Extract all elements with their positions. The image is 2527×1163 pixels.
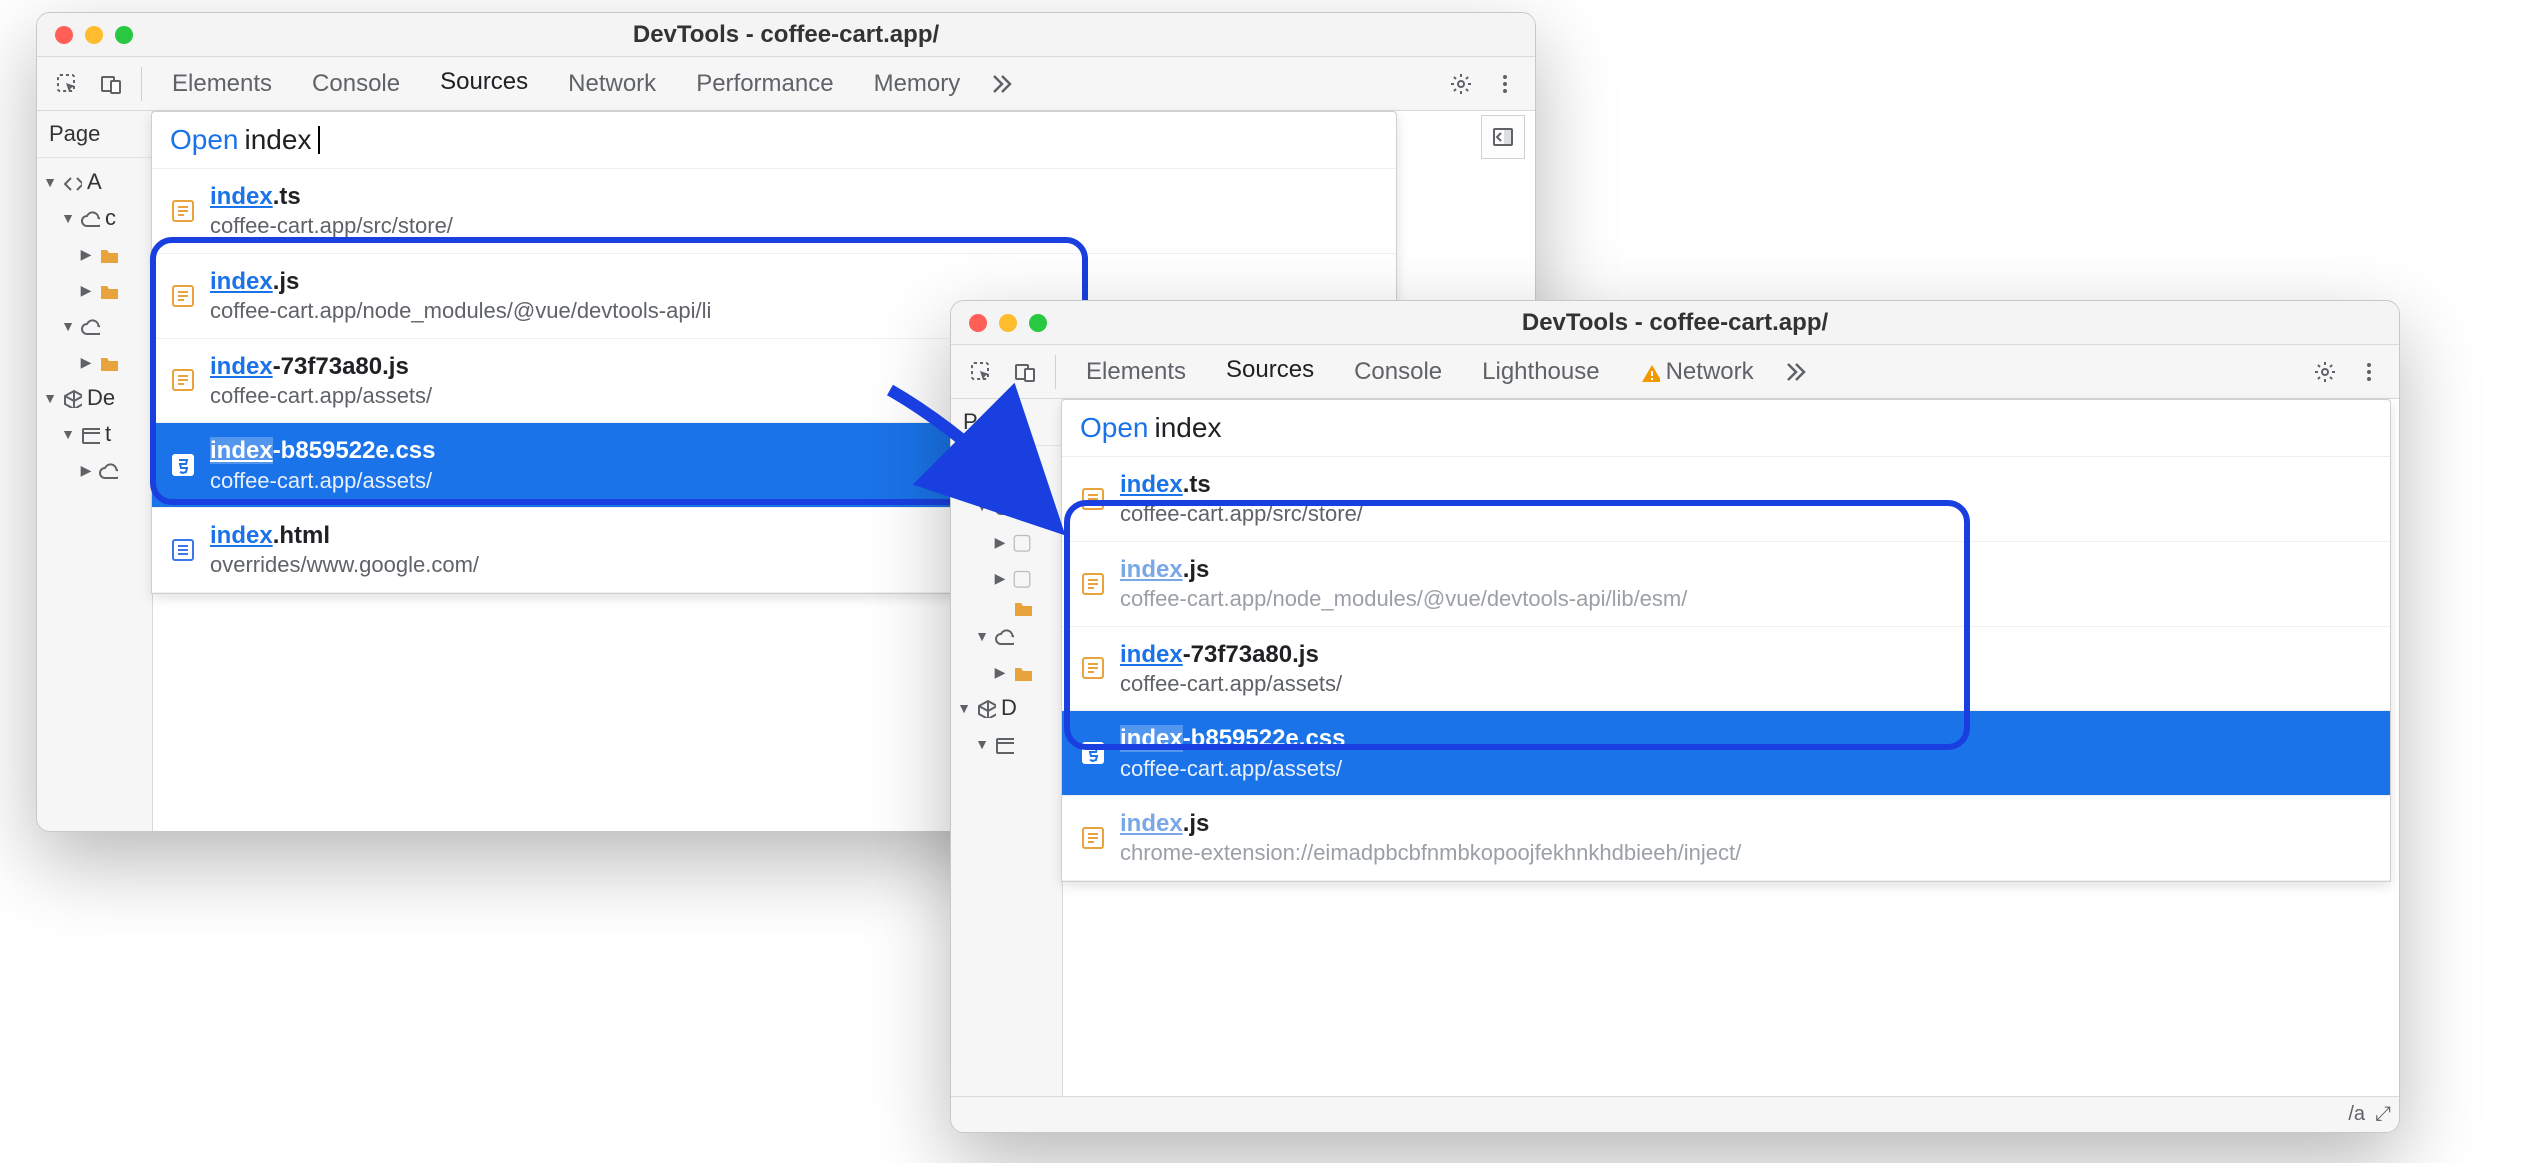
file-name: index.ts: [1120, 469, 1363, 500]
file-icon: [1080, 655, 1106, 681]
file-name: index-b859522e.css: [210, 435, 435, 466]
devtools-window-b: DevTools - coffee-cart.app/ Elements Sou…: [950, 300, 2400, 1133]
command-query: index: [245, 124, 312, 156]
status-text: /a: [2348, 1103, 2365, 1126]
kebab-menu-icon[interactable]: [2349, 352, 2389, 392]
tab-console[interactable]: Console: [292, 57, 420, 111]
file-result[interactable]: index.jscoffee-cart.app/node_modules/@vu…: [1062, 542, 2390, 627]
toggle-device-icon[interactable]: [1005, 352, 1045, 392]
file-path: coffee-cart.app/assets/: [1120, 670, 1342, 699]
close-icon[interactable]: [55, 26, 73, 44]
window-title: DevTools - coffee-cart.app/: [37, 21, 1535, 49]
file-icon: [170, 537, 196, 563]
minimize-icon[interactable]: [999, 314, 1017, 332]
settings-icon[interactable]: [1441, 64, 1481, 104]
file-name: index.js: [210, 266, 711, 297]
file-result[interactable]: index-73f73a80.jscoffee-cart.app/assets/: [1062, 627, 2390, 712]
file-icon: [170, 452, 196, 478]
file-icon: [170, 198, 196, 224]
devtools-toolbar: Elements Console Sources Network Perform…: [37, 57, 1535, 111]
file-result[interactable]: index.tscoffee-cart.app/src/store/: [1062, 457, 2390, 542]
devtools-toolbar: Elements Sources Console Lighthouse Netw…: [951, 345, 2399, 399]
minimize-icon[interactable]: [85, 26, 103, 44]
file-icon: [1080, 825, 1106, 851]
file-name: index-b859522e.css: [1120, 723, 1345, 754]
file-result[interactable]: index.tscoffee-cart.app/src/store/: [152, 169, 1396, 254]
warning-icon: [1640, 362, 1660, 382]
file-path: coffee-cart.app/node_modules/@vue/devtoo…: [210, 297, 711, 326]
tab-elements[interactable]: Elements: [152, 57, 292, 111]
sources-page-tab[interactable]: Page: [37, 111, 152, 158]
file-tree: ▼A ▼c ▶ ▶ ▼ ▶ ▼De ▼t ▶: [37, 158, 152, 488]
file-path: coffee-cart.app/src/store/: [210, 212, 453, 241]
command-menu: Open index index.tscoffee-cart.app/src/s…: [1061, 399, 2391, 882]
file-icon: [1080, 740, 1106, 766]
zoom-icon[interactable]: [115, 26, 133, 44]
file-name: index-73f73a80.js: [1120, 639, 1342, 670]
file-tree: ▼A ▼ ▶▢ ▶▢ ▼ ▶ ▼D ▼: [951, 446, 1062, 762]
tab-lighthouse[interactable]: Lighthouse: [1462, 345, 1619, 399]
command-input[interactable]: Open index: [1062, 400, 2390, 457]
file-path: coffee-cart.app/assets/: [1120, 755, 1345, 784]
toggle-device-icon[interactable]: [91, 64, 131, 104]
command-input[interactable]: Open index: [152, 112, 1396, 169]
inspect-element-icon[interactable]: [961, 352, 1001, 392]
traffic-lights: [951, 314, 1047, 332]
titlebar: DevTools - coffee-cart.app/: [951, 301, 2399, 345]
toggle-sidebar-icon[interactable]: [1481, 115, 1525, 159]
file-icon: [170, 283, 196, 309]
panel-tabs: Elements Console Sources Network Perform…: [152, 57, 1437, 111]
panel-tabs: Elements Sources Console Lighthouse Netw…: [1066, 345, 2301, 399]
titlebar: DevTools - coffee-cart.app/: [37, 13, 1535, 57]
tab-network[interactable]: Network: [548, 57, 676, 111]
file-path: coffee-cart.app/src/store/: [1120, 500, 1363, 529]
close-icon[interactable]: [969, 314, 987, 332]
file-name: index-73f73a80.js: [210, 351, 432, 382]
sources-page-tab[interactable]: Page: [951, 399, 1062, 446]
file-path: coffee-cart.app/node_modules/@vue/devtoo…: [1120, 585, 1687, 614]
tab-sources[interactable]: Sources: [1206, 345, 1334, 399]
zoom-icon[interactable]: [1029, 314, 1047, 332]
command-prefix: Open: [1080, 412, 1149, 444]
file-name: index.js: [1120, 554, 1687, 585]
file-result[interactable]: index.jschrome-extension://eimadpbcbfnmb…: [1062, 796, 2390, 881]
command-query: index: [1155, 412, 1222, 444]
file-name: index.ts: [210, 181, 453, 212]
command-prefix: Open: [170, 124, 239, 156]
file-path: coffee-cart.app/assets/: [210, 467, 435, 496]
file-name: index.html: [210, 520, 479, 551]
tab-memory[interactable]: Memory: [854, 57, 981, 111]
tab-console[interactable]: Console: [1334, 345, 1462, 399]
settings-icon[interactable]: [2305, 352, 2345, 392]
file-path: overrides/www.google.com/: [210, 551, 479, 580]
file-icon: [1080, 571, 1106, 597]
expand-icon[interactable]: ⤢: [2375, 1103, 2391, 1126]
more-tabs-icon[interactable]: [1774, 352, 1814, 392]
tab-performance[interactable]: Performance: [676, 57, 853, 111]
tab-elements[interactable]: Elements: [1066, 345, 1206, 399]
file-icon: [170, 367, 196, 393]
file-result[interactable]: index-b859522e.csscoffee-cart.app/assets…: [1062, 711, 2390, 796]
tab-network[interactable]: Network: [1620, 345, 1774, 399]
kebab-menu-icon[interactable]: [1485, 64, 1525, 104]
tab-sources[interactable]: Sources: [420, 57, 548, 111]
file-name: index.js: [1120, 808, 1741, 839]
file-icon: [1080, 486, 1106, 512]
more-tabs-icon[interactable]: [980, 64, 1020, 104]
traffic-lights: [37, 26, 133, 44]
file-path: coffee-cart.app/assets/: [210, 382, 432, 411]
inspect-element-icon[interactable]: [47, 64, 87, 104]
file-path: chrome-extension://eimadpbcbfnmbkopoojfe…: [1120, 839, 1741, 868]
window-title: DevTools - coffee-cart.app/: [951, 309, 2399, 337]
status-bar: /a ⤢: [951, 1096, 2399, 1132]
